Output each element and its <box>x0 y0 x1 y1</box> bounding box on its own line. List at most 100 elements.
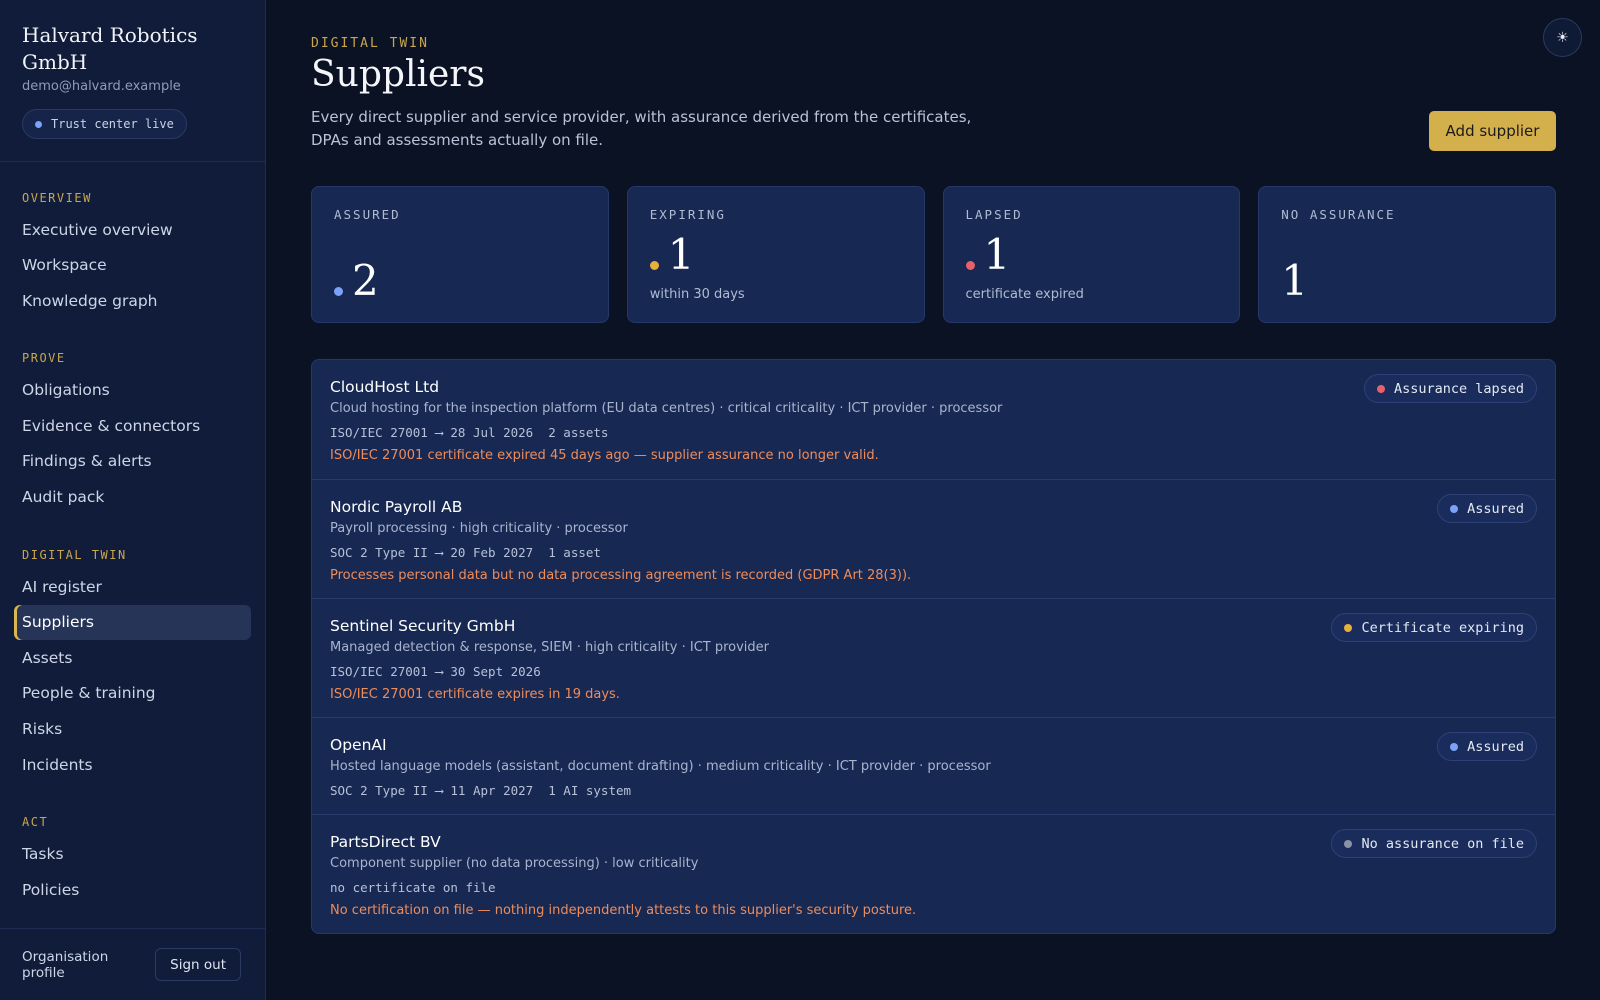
stat-value-row: 1 <box>1281 259 1308 303</box>
supplier-list: CloudHost Ltd Cloud hosting for the inspe… <box>311 359 1556 934</box>
nav-section-overview: OVERVIEW <box>22 190 92 205</box>
sidebar-item-assets[interactable]: Assets <box>14 640 251 675</box>
sidebar-item-workspace[interactable]: Workspace <box>14 248 251 283</box>
sidebar-item-incidents[interactable]: Incidents <box>14 747 251 782</box>
status-dot-icon <box>1450 504 1459 513</box>
stat-value: 1 <box>667 230 695 279</box>
trust-center-label: Trust center live <box>51 117 174 131</box>
stat-value: 2 <box>352 256 379 305</box>
sign-out-button[interactable]: Sign out <box>155 948 241 981</box>
status-badge: Certificate expiring <box>1331 613 1537 642</box>
stat-card-no-assurance: NO ASSURANCE 1 <box>1258 186 1556 323</box>
sidebar-item-findings-and-alerts[interactable]: Findings & alerts <box>14 444 251 479</box>
status-badge-label: Assured <box>1467 738 1524 755</box>
supplier-row-openai[interactable]: OpenAI Hosted language models (assistant,… <box>312 717 1555 814</box>
stat-card-expiring: EXPIRING 1 within 30 days <box>626 186 925 323</box>
supplier-certificate: SOC 2 Type II ⟶ 20 Feb 2027 1 asset <box>330 545 601 560</box>
organisation-profile-link[interactable]: Organisation profile <box>22 949 155 981</box>
status-dot-icon <box>1344 623 1353 632</box>
stat-card-assured: ASSURED 2 <box>311 186 609 323</box>
supplier-name[interactable]: CloudHost Ltd <box>330 378 439 396</box>
sidebar-divider <box>0 161 265 162</box>
theme-toggle-button[interactable]: ☀ <box>1543 18 1582 57</box>
stat-subtext: certificate expired <box>965 287 1084 302</box>
stat-card-lapsed: LAPSED 1 certificate expired <box>942 186 1241 323</box>
sidebar-item-evidence-and-connectors[interactable]: Evidence & connectors <box>14 408 251 443</box>
sidebar-item-risks[interactable]: Risks <box>14 712 251 747</box>
status-dot-icon <box>1376 384 1385 393</box>
status-badge: Assurance lapsed <box>1363 374 1537 403</box>
stat-subtext: within 30 days <box>649 287 745 302</box>
supplier-certificate: ISO/IEC 27001 ⟶ 30 Sept 2026 <box>330 664 541 679</box>
user-email: demo@halvard.example <box>22 79 181 94</box>
add-supplier-button[interactable]: Add supplier <box>1429 111 1556 151</box>
nav-section-publish: PUBLISH <box>14 922 251 924</box>
org-name: Halvard Robotics GmbH <box>22 23 198 74</box>
supplier-description: Hosted language models (assistant, docum… <box>330 759 991 774</box>
supplier-row-nordic-payroll-ab[interactable]: Nordic Payroll AB Payroll processing · hi… <box>312 479 1555 598</box>
status-badge-label: No assurance on file <box>1361 835 1524 852</box>
stat-value-row: 1 <box>649 230 695 279</box>
stat-label: LAPSED <box>965 207 1023 222</box>
supplier-name[interactable]: Sentinel Security GmbH <box>330 617 515 635</box>
sidebar-item-policies[interactable]: Policies <box>14 872 251 907</box>
nav-section-prove: PROVE <box>22 351 66 366</box>
page-eyebrow: DIGITAL TWIN <box>311 36 429 51</box>
stat-label: NO ASSURANCE <box>1281 207 1396 222</box>
supplier-description: Payroll processing · high criticality · … <box>330 521 628 536</box>
supplier-name[interactable]: OpenAI <box>330 736 387 754</box>
status-badge-label: Assurance lapsed <box>1393 380 1524 397</box>
sidebar-item-executive-overview[interactable]: Executive overview <box>14 212 251 247</box>
trust-center-status-pill[interactable]: Trust center live <box>22 109 187 139</box>
supplier-description: Managed detection & response, SIEM · hig… <box>330 640 770 655</box>
sidebar-item-suppliers[interactable]: Suppliers <box>14 604 251 640</box>
status-dot-icon <box>1344 839 1353 848</box>
supplier-warning: No certification on file — nothing indep… <box>330 903 917 918</box>
nav-section-digital-twin: DIGITAL TWIN <box>22 547 127 562</box>
supplier-description: Cloud hosting for the inspection platfor… <box>330 401 1003 416</box>
supplier-warning: Processes personal data but no data proc… <box>330 568 912 583</box>
stat-label: ASSURED <box>334 207 401 222</box>
page-description: Every direct supplier and service provid… <box>311 108 972 149</box>
status-dot-icon <box>965 261 975 270</box>
stat-value-row: 1 <box>965 230 1011 279</box>
supplier-certificate: SOC 2 Type II ⟶ 11 Apr 2027 1 AI system <box>330 783 632 798</box>
stat-value-row: 2 <box>334 259 379 303</box>
status-badge: No assurance on file <box>1331 829 1537 858</box>
sun-icon: ☀ <box>1556 29 1569 46</box>
status-badge: Assured <box>1437 732 1537 761</box>
sidebar-nav: OVERVIEW Executive overview Workspace Knowl… <box>0 172 265 924</box>
status-dot-icon <box>35 120 42 128</box>
supplier-row-partsdirect-bv[interactable]: PartsDirect BV Component supplier (no dat… <box>312 814 1555 933</box>
supplier-warning: ISO/IEC 27001 certificate expired 45 day… <box>330 448 879 463</box>
supplier-description: Component supplier (no data processing) … <box>330 856 699 871</box>
supplier-name[interactable]: PartsDirect BV <box>330 833 441 851</box>
sidebar-item-obligations[interactable]: Obligations <box>14 373 251 408</box>
stat-value: 1 <box>983 230 1011 279</box>
status-dot-icon <box>1450 742 1459 751</box>
stats-row: ASSURED 2 EXPIRING 1 within 30 days LAPSED 1 ce… <box>311 186 1556 323</box>
status-dot-icon <box>649 261 659 270</box>
status-badge-label: Assured <box>1467 500 1524 517</box>
supplier-warning: ISO/IEC 27001 certificate expires in 19 … <box>330 687 620 702</box>
stat-label: EXPIRING <box>649 207 726 222</box>
sidebar-footer: Organisation profile Sign out <box>0 928 265 1000</box>
sidebar-item-tasks[interactable]: Tasks <box>14 837 251 872</box>
org-header: Halvard Robotics GmbH demo@halvard.examp… <box>0 0 265 139</box>
sidebar-item-audit-pack[interactable]: Audit pack <box>14 480 251 515</box>
nav-section-act: ACT <box>22 815 49 830</box>
supplier-name[interactable]: Nordic Payroll AB <box>330 498 462 516</box>
supplier-row-sentinel-security-gmbh[interactable]: Sentinel Security GmbH Managed detection … <box>312 598 1555 717</box>
sidebar-item-knowledge-graph[interactable]: Knowledge graph <box>14 283 251 318</box>
sidebar-item-people-and-training[interactable]: People & training <box>14 676 251 711</box>
status-badge: Assured <box>1437 494 1537 523</box>
stat-value: 1 <box>1281 256 1308 305</box>
sidebar-item-ai-register[interactable]: AI register <box>14 569 251 604</box>
sidebar: Halvard Robotics GmbH demo@halvard.examp… <box>0 0 266 1000</box>
supplier-certificate: ISO/IEC 27001 ⟶ 28 Jul 2026 2 assets <box>330 425 609 440</box>
supplier-row-cloudhost-ltd[interactable]: CloudHost Ltd Cloud hosting for the inspe… <box>312 360 1555 479</box>
